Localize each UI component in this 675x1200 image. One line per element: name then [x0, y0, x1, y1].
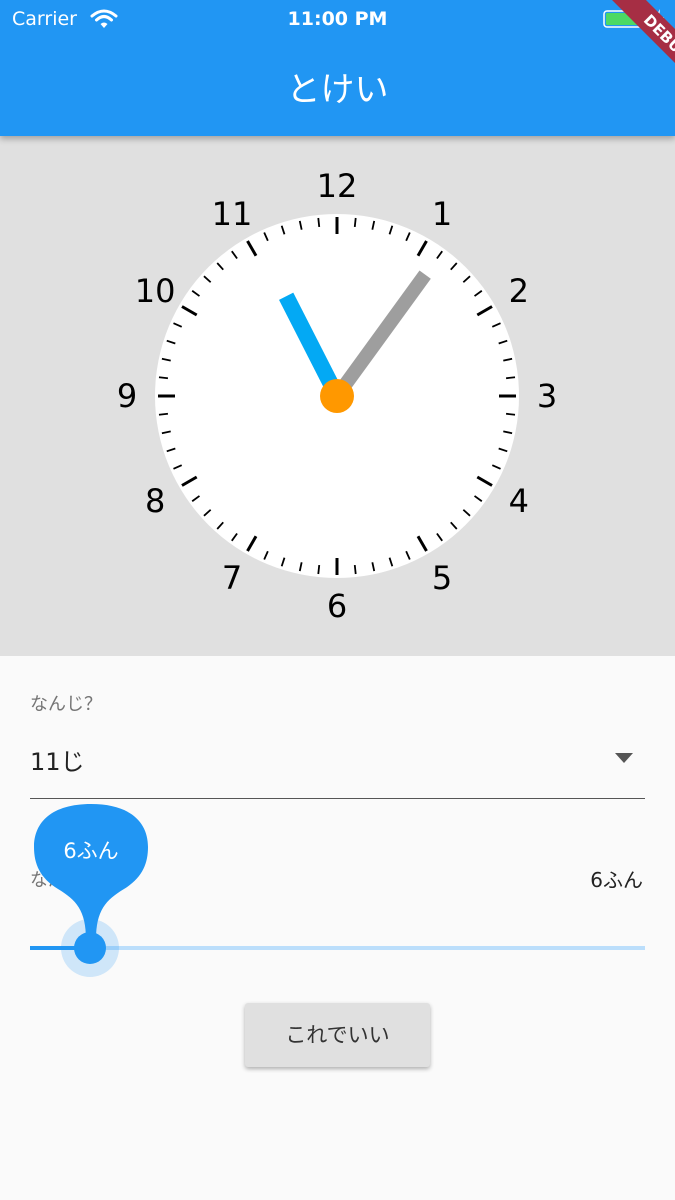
- submit-button[interactable]: これでいい: [245, 1003, 430, 1067]
- clock-number: 4: [509, 482, 529, 520]
- hour-field-label: なんじ？: [30, 694, 102, 715]
- hour-dropdown[interactable]: 11じ: [30, 730, 645, 799]
- analog-clock: 121234567891011: [117, 167, 557, 625]
- clock-minute-tick: [317, 564, 321, 575]
- clock-minute-tick: [317, 217, 321, 228]
- app-bar: とけい: [0, 40, 675, 136]
- clock-number: 2: [509, 272, 529, 310]
- clock-number: 6: [327, 587, 347, 625]
- clock-center-pin: [320, 379, 354, 413]
- clock-minute-tick: [505, 376, 516, 380]
- clock-panel: 12 1 2 3 4 5 6 7 8 9 10 11: [0, 136, 675, 656]
- minute-value-text: 6ふん: [590, 868, 643, 892]
- clock-minute-tick: [353, 217, 357, 228]
- dropdown-arrow-icon: [615, 753, 633, 763]
- hour-dropdown-value: 11じ: [30, 748, 85, 776]
- status-bar: Carrier 11:00 PM: [0, 0, 675, 40]
- battery-icon: [603, 10, 646, 28]
- clock-number: 9: [117, 377, 137, 415]
- clock-minute-tick: [158, 412, 169, 416]
- clock-minute-tick: [158, 376, 169, 380]
- clock-number: 1: [432, 195, 452, 233]
- charging-icon: [654, 9, 664, 29]
- clock-number: 7: [222, 559, 242, 597]
- clock-number: 8: [145, 482, 165, 520]
- clock-number: 11: [212, 195, 253, 233]
- clock-number: 12: [317, 167, 358, 205]
- value-indicator-label: 6ふん: [63, 839, 119, 863]
- clock-number: 5: [432, 559, 452, 597]
- clock-minute-tick: [353, 564, 357, 575]
- slider-value-indicator: 6ふん: [34, 802, 148, 950]
- clock-minute-tick: [505, 412, 516, 416]
- clock-number: 3: [537, 377, 557, 415]
- clock-number: 10: [135, 272, 176, 310]
- value-indicator-bubble: [34, 804, 148, 940]
- page-title: とけい: [286, 70, 389, 110]
- status-time: 11:00 PM: [287, 8, 388, 30]
